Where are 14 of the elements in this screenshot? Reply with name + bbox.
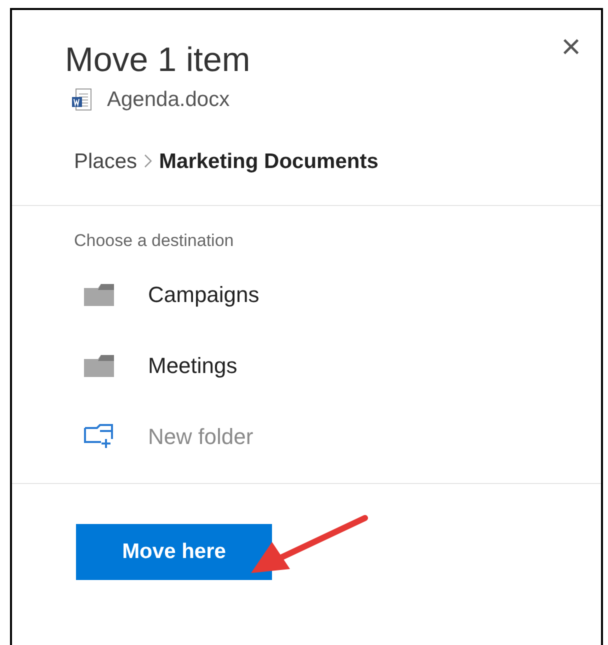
folder-icon — [84, 353, 114, 377]
chevron-icon — [143, 153, 154, 170]
section-heading: Choose a destination — [74, 230, 235, 252]
breadcrumb-link[interactable]: Places — [74, 146, 138, 177]
folder-icon — [84, 282, 114, 306]
folder-item[interactable]: Campaigns — [148, 278, 260, 310]
document-icon — [71, 88, 93, 112]
close-button[interactable]: × — [561, 32, 581, 62]
current-folder: Marketing Documents — [159, 148, 378, 174]
panel-title: Move 1 item — [65, 40, 250, 80]
move-here-button[interactable]: Move here — [76, 524, 272, 580]
new-folder-icon — [84, 423, 114, 449]
file-name: Agenda.docx — [107, 87, 230, 113]
folder-item[interactable]: Meetings — [148, 348, 238, 382]
